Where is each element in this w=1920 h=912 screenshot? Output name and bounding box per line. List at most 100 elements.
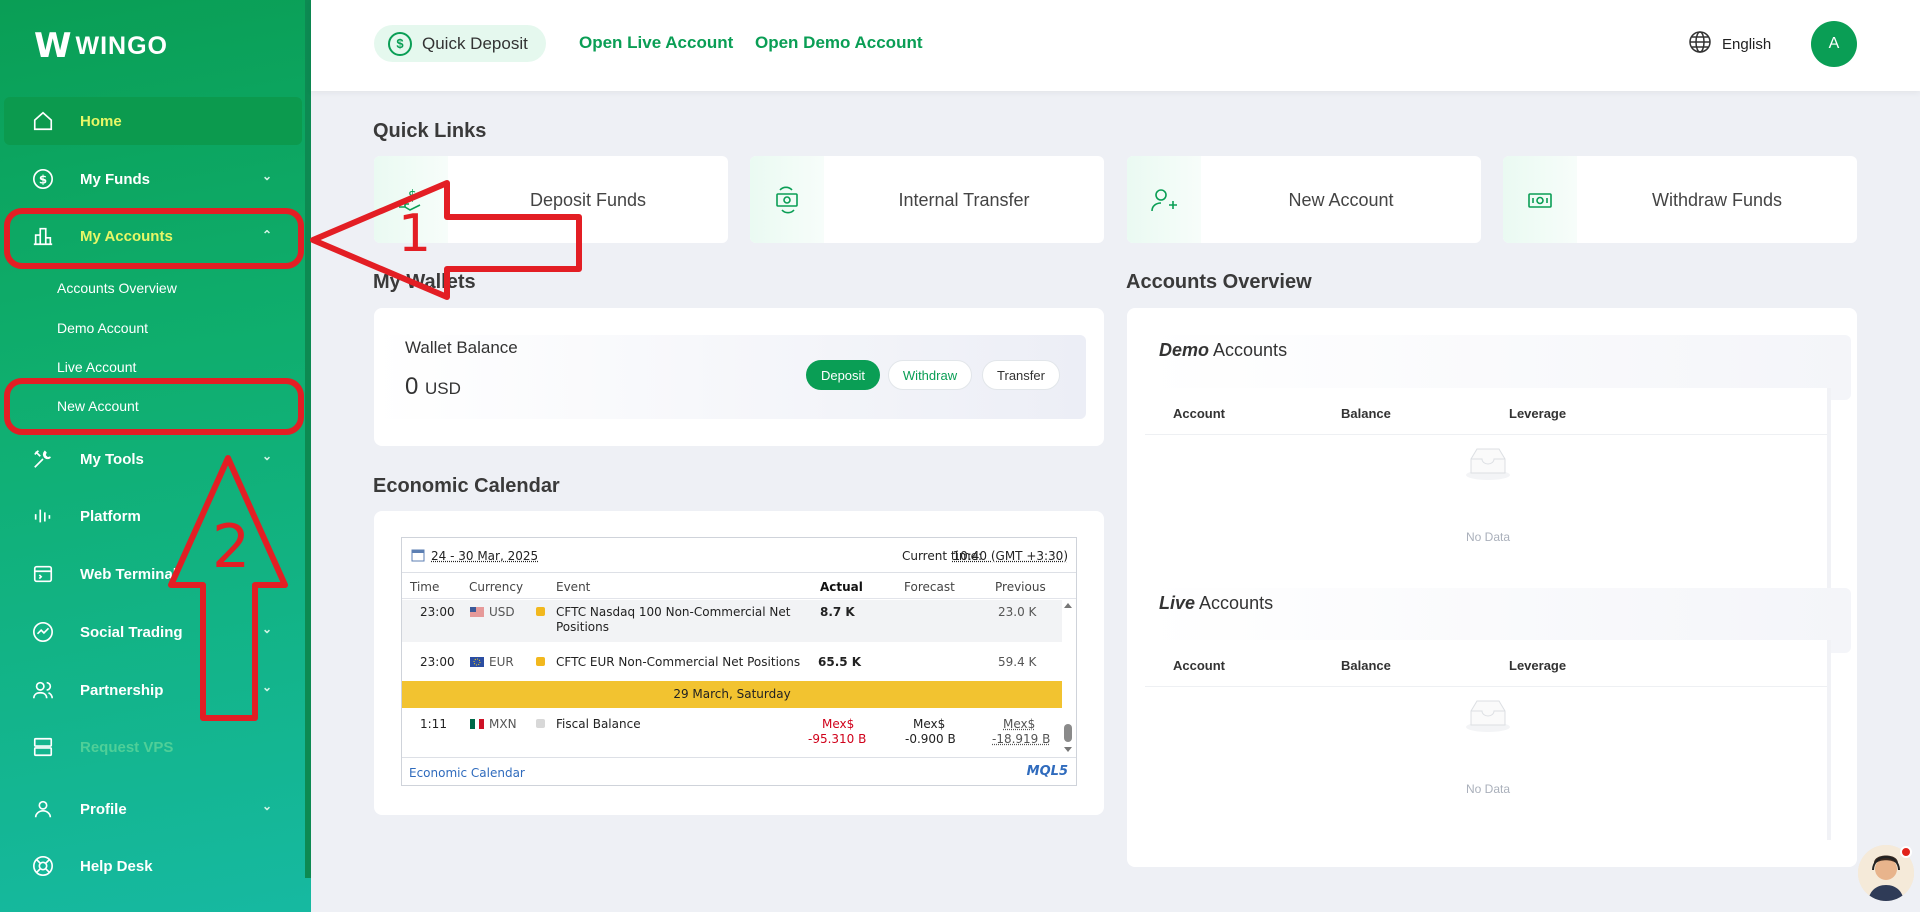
economic-calendar-title: Economic Calendar [373,475,560,497]
sidebar-item-home[interactable]: Home [4,97,302,145]
new-account-card[interactable]: New Account [1127,156,1481,243]
col-time: Time [410,580,440,594]
accounts-overview-title: Accounts Overview [1126,271,1312,293]
col-leverage: Leverage [1509,406,1567,421]
sidebar-item-help-desk[interactable]: Help Desk [4,842,302,890]
calendar-toolbar: 24 - 30 Mar, 2025 Current time: 10:40 (G… [402,538,1076,573]
col-balance: Balance [1341,658,1391,673]
transfer-money-icon [750,156,824,243]
sidebar-item-profile[interactable]: Profile ⌄ [4,785,302,833]
calendar-event-row[interactable]: 23:00 EUR CFTC EUR Non-Commercial Net Po… [402,642,1062,681]
sidebar-subitem-live-account[interactable]: Live Account [57,359,136,375]
deposit-hand-icon: $ [374,156,448,243]
sidebar-item-label: Profile [80,800,127,818]
col-leverage: Leverage [1509,658,1567,673]
medium-impact-icon [536,607,545,616]
sidebar-item-label: Request VPS [80,738,174,756]
divider [1145,686,1831,687]
mx-flag-icon [470,718,484,732]
open-live-account-link[interactable]: Open Live Account [579,33,733,53]
sidebar-item-label: Web Terminal [80,565,177,583]
withdraw-funds-card[interactable]: Withdraw Funds [1503,156,1857,243]
mql5-logo[interactable]: MQL5 [1027,764,1068,779]
col-currency: Currency [469,580,524,594]
deposit-funds-card[interactable]: $ Deposit Funds [374,156,728,243]
eu-flag-icon [470,656,484,670]
sidebar-item-label: Help Desk [80,857,153,875]
my-wallets-title: My Wallets [373,271,476,293]
sidebar: W WINGO Home $ My Funds ⌄ My Accounts ⌃ … [0,0,311,912]
accounts-overview-panel: Demo Accounts Account Balance Leverage N… [1127,308,1857,867]
sidebar-item-request-vps[interactable]: Request VPS [4,723,302,771]
sidebar-subitem-demo-account[interactable]: Demo Account [57,320,148,336]
sidebar-subitem-accounts-overview[interactable]: Accounts Overview [57,280,177,296]
logo[interactable]: W WINGO [34,26,168,66]
sidebar-item-partnership[interactable]: Partnership ⌄ [4,666,302,714]
sidebar-item-label: Home [80,112,122,130]
live-table-scrollbar[interactable] [1827,640,1831,840]
medium-impact-icon [536,657,545,666]
open-demo-account-link[interactable]: Open Demo Account [755,33,923,53]
event-name-line2: Positions [556,620,609,634]
col-actual: Actual [820,580,863,594]
event-time: 1:11 [420,717,447,731]
chevron-down-icon: ⌄ [261,799,272,813]
sidebar-item-platform[interactable]: Platform [4,492,302,540]
demo-table-scrollbar[interactable] [1827,388,1831,588]
col-balance: Balance [1341,406,1391,421]
wallet-amount-value: 0 [405,373,419,400]
mql5-logo-text: MQL5 [1026,764,1068,779]
user-avatar[interactable]: A [1811,21,1857,67]
quick-link-label: Deposit Funds [529,190,647,210]
sidebar-item-my-tools[interactable]: My Tools ⌄ [4,435,302,483]
language-selector[interactable]: English [1688,30,1771,58]
quick-deposit-button[interactable]: $ Quick Deposit [374,25,546,62]
sidebar-item-social-trading[interactable]: Social Trading ⌄ [4,608,302,656]
event-previous: 23.0 K [998,605,1037,619]
economic-calendar-widget: 24 - 30 Mar, 2025 Current time: 10:40 (G… [401,537,1077,786]
logo-text: WINGO [75,31,169,60]
sidebar-item-label: My Tools [80,450,144,468]
chevron-down-icon: ⌄ [261,680,272,694]
user-icon [30,796,56,822]
calendar-day-divider: 29 March, Saturday [402,681,1062,708]
sidebar-subitem-new-account[interactable]: New Account [57,398,139,414]
wallet-transfer-button[interactable]: Transfer [982,360,1060,390]
event-actual: 8.7 K [820,605,855,619]
wallet-deposit-button[interactable]: Deposit [806,360,880,390]
dollar-circle-icon: $ [388,31,412,56]
internal-transfer-card[interactable]: Internal Transfer [750,156,1104,243]
col-previous: Previous [995,580,1046,594]
demo-accounts-table: Account Balance Leverage No Data [1145,388,1831,588]
svg-text:$: $ [408,188,417,204]
event-currency: USD [489,605,515,619]
calendar-event-row[interactable]: 23:00 USD CFTC Nasdaq 100 Non-Commercial… [402,600,1062,642]
sidebar-item-my-funds[interactable]: $ My Funds ⌄ [4,155,302,203]
sidebar-item-web-terminal[interactable]: Web Terminal [4,550,302,598]
event-actual: -95.310 B [808,732,867,746]
wallet-withdraw-button[interactable]: Withdraw [888,360,972,390]
notification-badge [1900,846,1912,858]
top-header: $ Quick Deposit Open Live Account Open D… [311,0,1920,91]
economic-calendar-link[interactable]: Economic Calendar [409,766,525,780]
quick-deposit-label: Quick Deposit [422,33,528,53]
empty-box-icon [1145,697,1831,738]
calendar-event-row[interactable]: 1:11 MXN Fiscal Balance Mex$ -95.310 B M… [402,708,1062,756]
sidebar-item-my-accounts[interactable]: My Accounts ⌃ [4,212,302,260]
sidebar-scrollbar[interactable] [305,0,311,878]
chevron-down-icon: ⌄ [261,169,272,183]
language-label: English [1722,35,1772,53]
quick-link-label: Internal Transfer [898,190,1030,210]
bar-chart-icon [30,223,56,249]
svg-text:$: $ [39,173,47,187]
event-time: 23:00 [420,655,455,669]
col-account: Account [1173,658,1225,673]
calendar-scrollbar[interactable] [1062,600,1074,756]
calendar-date-range[interactable]: 24 - 30 Mar, 2025 [431,549,538,563]
demo-table-header [1145,388,1831,434]
current-time-value[interactable]: 10:40 (GMT +3:30) [952,549,1068,563]
event-previous-currency: Mex$ [1003,717,1036,731]
demo-accounts-title: Demo Accounts [1159,340,1287,361]
calendar-header-row: Time Currency Event Actual Forecast Prev… [402,573,1076,599]
wallet-balance-amount: 0 USD [405,373,461,401]
